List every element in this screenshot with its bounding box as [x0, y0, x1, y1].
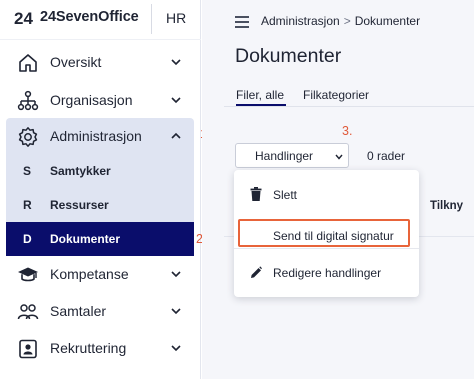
svg-text:24: 24 — [14, 9, 33, 28]
home-icon — [19, 54, 37, 72]
trash-icon — [250, 187, 262, 201]
org-chart-icon — [17, 90, 39, 111]
subitem-letter: D — [23, 232, 32, 246]
subitem-label: Samtykker — [50, 164, 111, 178]
sidebar-item-organisasjon[interactable]: Organisasjon — [0, 82, 201, 119]
breadcrumb-separator: > — [343, 14, 351, 28]
sidebar-item-label: Organisasjon — [50, 92, 133, 108]
user-initials[interactable]: HR — [166, 10, 186, 26]
gear-icon — [18, 127, 38, 147]
subitem-label: Dokumenter — [50, 232, 121, 246]
menu-item-edit-actions[interactable]: Redigere handlinger — [234, 256, 419, 288]
subitem-letter: R — [23, 198, 32, 212]
sidebar-item-label: Kompetanse — [50, 266, 129, 282]
chevron-down-icon — [335, 154, 343, 160]
highlight-annotation-box — [238, 219, 410, 247]
subitem-label: Ressurser — [50, 198, 109, 212]
tab-files-all[interactable]: Filer, alle — [236, 88, 284, 102]
sidebar-subitem-dokumenter[interactable]: D Dokumenter — [6, 222, 194, 256]
chevron-down-icon — [171, 59, 181, 66]
sidebar-item-rekruttering[interactable]: Rekruttering — [0, 330, 201, 367]
menu-item-delete[interactable]: Slett — [234, 178, 419, 210]
chevron-down-icon — [171, 97, 181, 104]
sidebar-subitem-samtykker[interactable]: S Samtykker — [6, 154, 194, 188]
menu-icon[interactable] — [235, 16, 249, 28]
actions-dropdown-button[interactable]: Handlinger — [235, 143, 349, 168]
sidebar-item-samtaler[interactable]: Samtaler — [0, 293, 201, 330]
actions-button-label: Handlinger — [255, 149, 314, 163]
sidebar-item-kompetanse[interactable]: Kompetanse — [0, 256, 201, 293]
chevron-up-icon — [171, 132, 181, 139]
sidebar: 24 24SevenOffice HR Oversikt Organisasjo… — [0, 0, 201, 379]
sidebar-item-label: Oversikt — [50, 54, 102, 70]
page-title: Dokumenter — [235, 45, 342, 67]
menu-divider — [234, 248, 419, 249]
sidebar-item-label: Administrasjon — [50, 128, 142, 144]
graduation-cap-icon — [18, 267, 38, 282]
menu-item-label: Redigere handlinger — [273, 266, 382, 280]
sidebar-item-administrasjon[interactable]: Administrasjon — [0, 118, 201, 155]
subitem-letter: S — [23, 164, 32, 178]
brand-divider — [151, 4, 152, 34]
sidebar-subitem-ressurser[interactable]: R Ressurser — [6, 188, 194, 222]
breadcrumb-current: Dokumenter — [354, 14, 421, 28]
row-count: 0 rader — [367, 149, 406, 163]
sidebar-item-label: Samtaler — [50, 303, 107, 319]
menu-item-label: Slett — [273, 188, 298, 202]
table-column-header[interactable]: Tilkny — [430, 200, 463, 212]
people-icon — [17, 304, 39, 320]
brand-name: 24SevenOffice — [40, 9, 139, 25]
step-annotation-3: 3. — [342, 124, 353, 138]
chevron-down-icon — [171, 345, 181, 352]
brand-header: 24 24SevenOffice HR — [0, 0, 201, 40]
breadcrumb: Administrasjon > Dokumenter — [261, 14, 420, 28]
sidebar-item-label: Rekruttering — [50, 340, 127, 356]
chevron-down-icon — [171, 271, 181, 278]
tab-file-categories[interactable]: Filkategorier — [303, 88, 369, 102]
id-card-icon — [19, 339, 37, 359]
breadcrumb-parent[interactable]: Administrasjon — [261, 14, 340, 28]
sidebar-item-oversikt[interactable]: Oversikt — [0, 44, 201, 81]
logo-icon: 24 — [14, 9, 33, 28]
tabs-divider — [224, 106, 474, 107]
pencil-icon — [251, 266, 262, 278]
chevron-down-icon — [171, 308, 181, 315]
